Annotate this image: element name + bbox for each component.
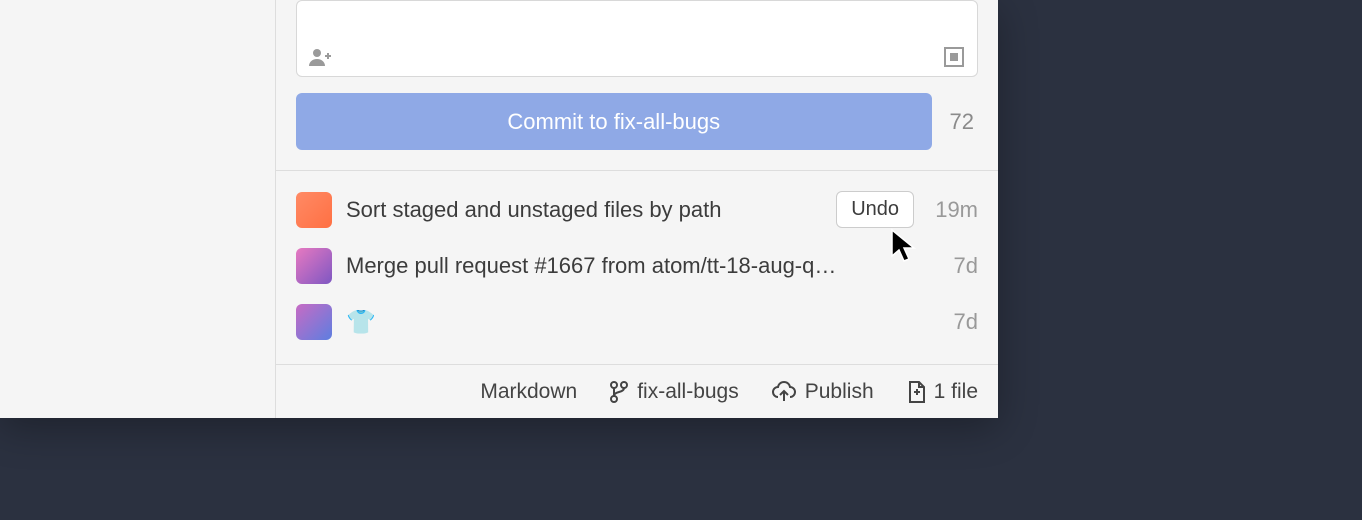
status-label: Publish bbox=[805, 380, 874, 404]
undo-button[interactable]: Undo bbox=[836, 191, 914, 228]
git-branch-icon bbox=[609, 380, 629, 404]
shirt-emoji-icon: 👕 bbox=[346, 309, 376, 336]
left-sidebar bbox=[0, 0, 276, 418]
status-label: Markdown bbox=[480, 380, 577, 404]
commit-time: 7d bbox=[928, 309, 978, 335]
add-coauthor-icon[interactable] bbox=[309, 48, 331, 66]
file-diff-icon bbox=[906, 380, 926, 404]
avatar bbox=[296, 304, 332, 340]
status-branch[interactable]: fix-all-bugs bbox=[609, 380, 739, 404]
status-label: fix-all-bugs bbox=[637, 380, 739, 404]
status-publish[interactable]: Publish bbox=[771, 380, 874, 404]
status-markdown[interactable]: Markdown bbox=[480, 380, 577, 404]
commits-list: Sort staged and unstaged files by path U… bbox=[276, 171, 998, 364]
char-counter: 72 bbox=[950, 109, 978, 135]
commit-item[interactable]: Sort staged and unstaged files by path U… bbox=[296, 181, 978, 238]
status-label: 1 file bbox=[934, 380, 978, 404]
expand-icon[interactable] bbox=[943, 46, 965, 68]
commit-button[interactable]: Commit to fix-all-bugs bbox=[296, 93, 932, 150]
status-bar: Markdown fix-all-bugs bbox=[276, 364, 998, 418]
commit-area: Commit to fix-all-bugs 72 bbox=[276, 0, 998, 171]
commit-time: 7d bbox=[928, 253, 978, 279]
main-panel: Commit to fix-all-bugs 72 Sort staged an… bbox=[276, 0, 998, 418]
commit-item[interactable]: 👕 7d bbox=[296, 294, 978, 350]
avatar bbox=[296, 248, 332, 284]
status-files[interactable]: 1 file bbox=[906, 380, 978, 404]
commit-time: 19m bbox=[928, 197, 978, 223]
commit-item[interactable]: Merge pull request #1667 from atom/tt-18… bbox=[296, 238, 978, 294]
commit-message: Sort staged and unstaged files by path bbox=[346, 197, 822, 223]
app-window: Commit to fix-all-bugs 72 Sort staged an… bbox=[0, 0, 998, 418]
avatar bbox=[296, 192, 332, 228]
commit-message-input[interactable] bbox=[296, 0, 978, 77]
commit-message: 👕 bbox=[346, 308, 914, 337]
cloud-upload-icon bbox=[771, 381, 797, 403]
commit-message: Merge pull request #1667 from atom/tt-18… bbox=[346, 253, 914, 279]
